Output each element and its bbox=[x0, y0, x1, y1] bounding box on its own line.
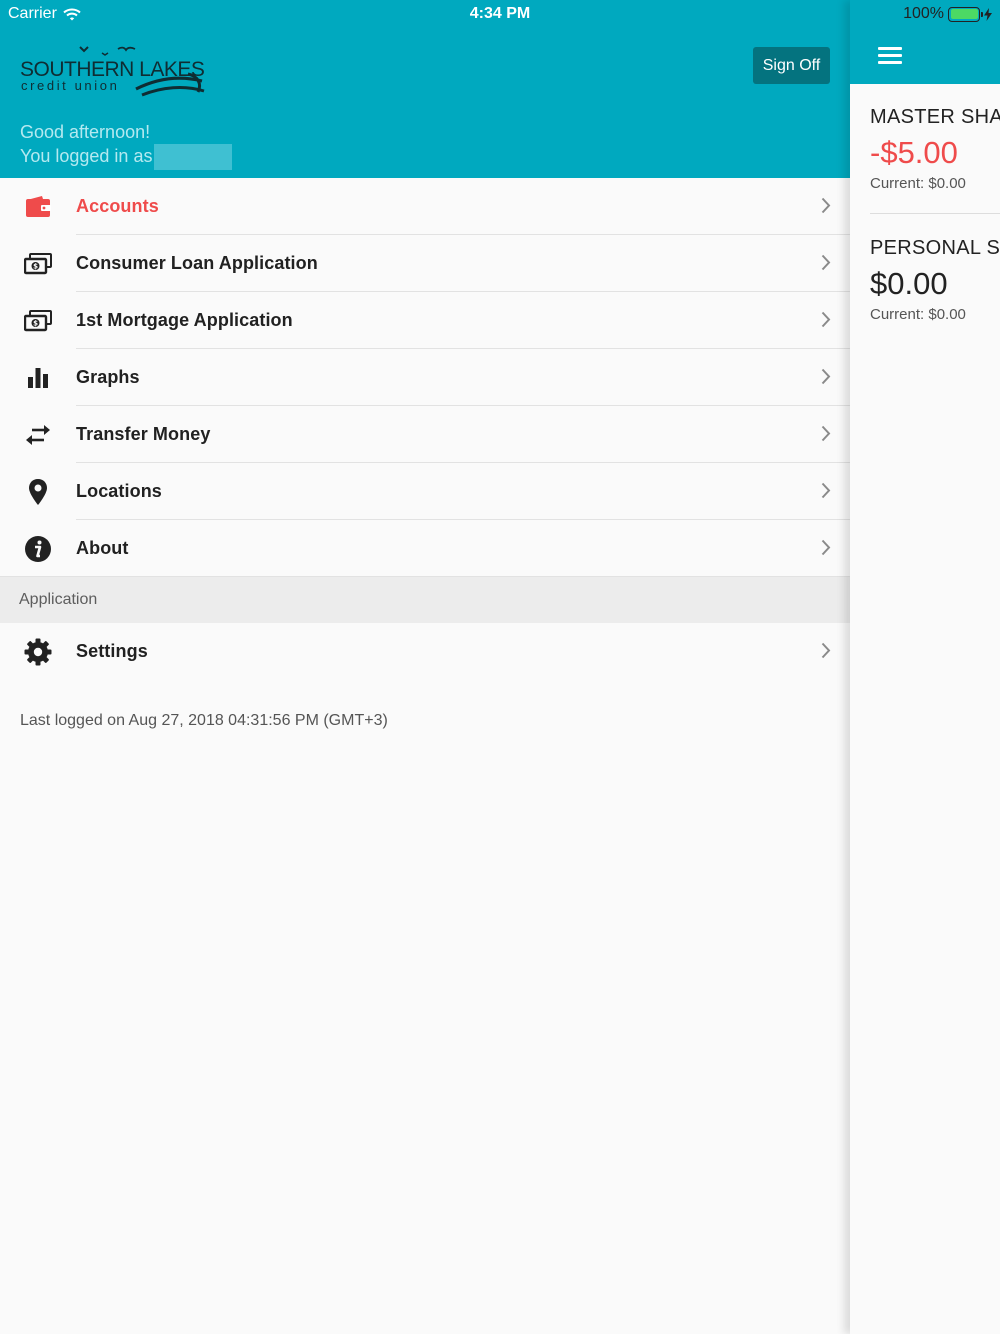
chevron-right-icon bbox=[821, 539, 831, 556]
chevron-right-icon bbox=[821, 368, 831, 385]
svg-text:$: $ bbox=[33, 319, 38, 327]
battery-level-fill bbox=[950, 9, 978, 19]
navigation-drawer: SOUTHERN LAKES credit union Sign Off Goo… bbox=[0, 0, 850, 1334]
logo-subtitle: credit union bbox=[21, 78, 120, 93]
menu-item-settings[interactable]: Settings bbox=[0, 623, 850, 680]
wallet-icon bbox=[0, 195, 76, 219]
transfer-icon bbox=[0, 424, 76, 446]
menu-label-locations: Locations bbox=[76, 481, 162, 501]
svg-text:$: $ bbox=[33, 262, 38, 270]
menu-item-transfer-money[interactable]: Transfer Money bbox=[0, 406, 850, 463]
charging-bolt-icon bbox=[984, 7, 992, 21]
status-bar: Carrier 4:34 PM 100% bbox=[0, 0, 1000, 28]
menu-item-locations[interactable]: Locations bbox=[0, 463, 850, 520]
account-current: Current: $0.00 bbox=[870, 306, 966, 323]
chevron-right-icon bbox=[821, 311, 831, 328]
last-logged-text: Last logged on Aug 27, 2018 04:31:56 PM … bbox=[20, 712, 388, 729]
menu-label-accounts: Accounts bbox=[76, 196, 159, 216]
menu-item-mortgage[interactable]: $ 1st Mortgage Application bbox=[0, 292, 850, 349]
menu-item-accounts[interactable]: Accounts bbox=[0, 178, 850, 235]
greeting-text: Good afternoon! bbox=[20, 122, 151, 142]
menu-label-transfer-money: Transfer Money bbox=[76, 424, 211, 444]
money-icon: $ bbox=[0, 309, 76, 332]
battery-indicator: 100% bbox=[903, 5, 992, 23]
southern-lakes-logo: SOUTHERN LAKES credit union bbox=[18, 42, 208, 102]
menu-label-graphs: Graphs bbox=[76, 367, 140, 387]
battery-icon bbox=[948, 6, 983, 22]
account-name: PERSONAL SH bbox=[870, 237, 1000, 259]
divider bbox=[0, 576, 850, 577]
menu-label-mortgage: 1st Mortgage Application bbox=[76, 310, 293, 330]
accounts-panel: MASTER SHAI -$5.00 Current: $0.00 PERSON… bbox=[850, 0, 1000, 1334]
account-card-master-share[interactable]: MASTER SHAI -$5.00 Current: $0.00 bbox=[870, 106, 1000, 192]
logged-in-label: You logged in as bbox=[20, 146, 153, 166]
menu-item-consumer-loan[interactable]: $ Consumer Loan Application bbox=[0, 235, 850, 292]
menu-label-consumer-loan: Consumer Loan Application bbox=[76, 253, 318, 273]
sign-off-button[interactable]: Sign Off bbox=[753, 47, 830, 84]
account-divider bbox=[870, 213, 1000, 214]
menu-label-settings: Settings bbox=[76, 641, 148, 661]
menu-item-about[interactable]: About bbox=[0, 520, 850, 577]
menu-item-graphs[interactable]: Graphs bbox=[0, 349, 850, 406]
logged-in-line: You logged in as bbox=[20, 144, 233, 171]
main-menu: Accounts $ Consumer Loan Application $ 1… bbox=[0, 178, 850, 680]
chevron-right-icon bbox=[821, 254, 831, 271]
account-balance: -$5.00 bbox=[870, 135, 958, 170]
section-header-application: Application bbox=[0, 577, 850, 623]
account-balance: $0.00 bbox=[870, 266, 948, 301]
money-icon: $ bbox=[0, 252, 76, 275]
greeting-block: Good afternoon! You logged in as bbox=[20, 120, 233, 171]
account-name: MASTER SHAI bbox=[870, 106, 1000, 128]
status-time: 4:34 PM bbox=[469, 5, 531, 22]
hamburger-menu-icon[interactable] bbox=[878, 47, 902, 64]
menu-label-about: About bbox=[76, 538, 129, 558]
username-redacted bbox=[154, 144, 233, 171]
location-pin-icon bbox=[0, 478, 76, 506]
chevron-right-icon bbox=[821, 482, 831, 499]
bar-chart-icon bbox=[0, 366, 76, 390]
info-icon bbox=[0, 535, 76, 563]
account-card-personal-share[interactable]: PERSONAL SH $0.00 Current: $0.00 bbox=[870, 237, 1000, 323]
gear-icon bbox=[0, 638, 76, 666]
account-current: Current: $0.00 bbox=[870, 175, 966, 192]
chevron-right-icon bbox=[821, 425, 831, 442]
battery-percent: 100% bbox=[903, 5, 944, 22]
chevron-right-icon bbox=[821, 197, 831, 214]
chevron-right-icon bbox=[821, 642, 831, 659]
